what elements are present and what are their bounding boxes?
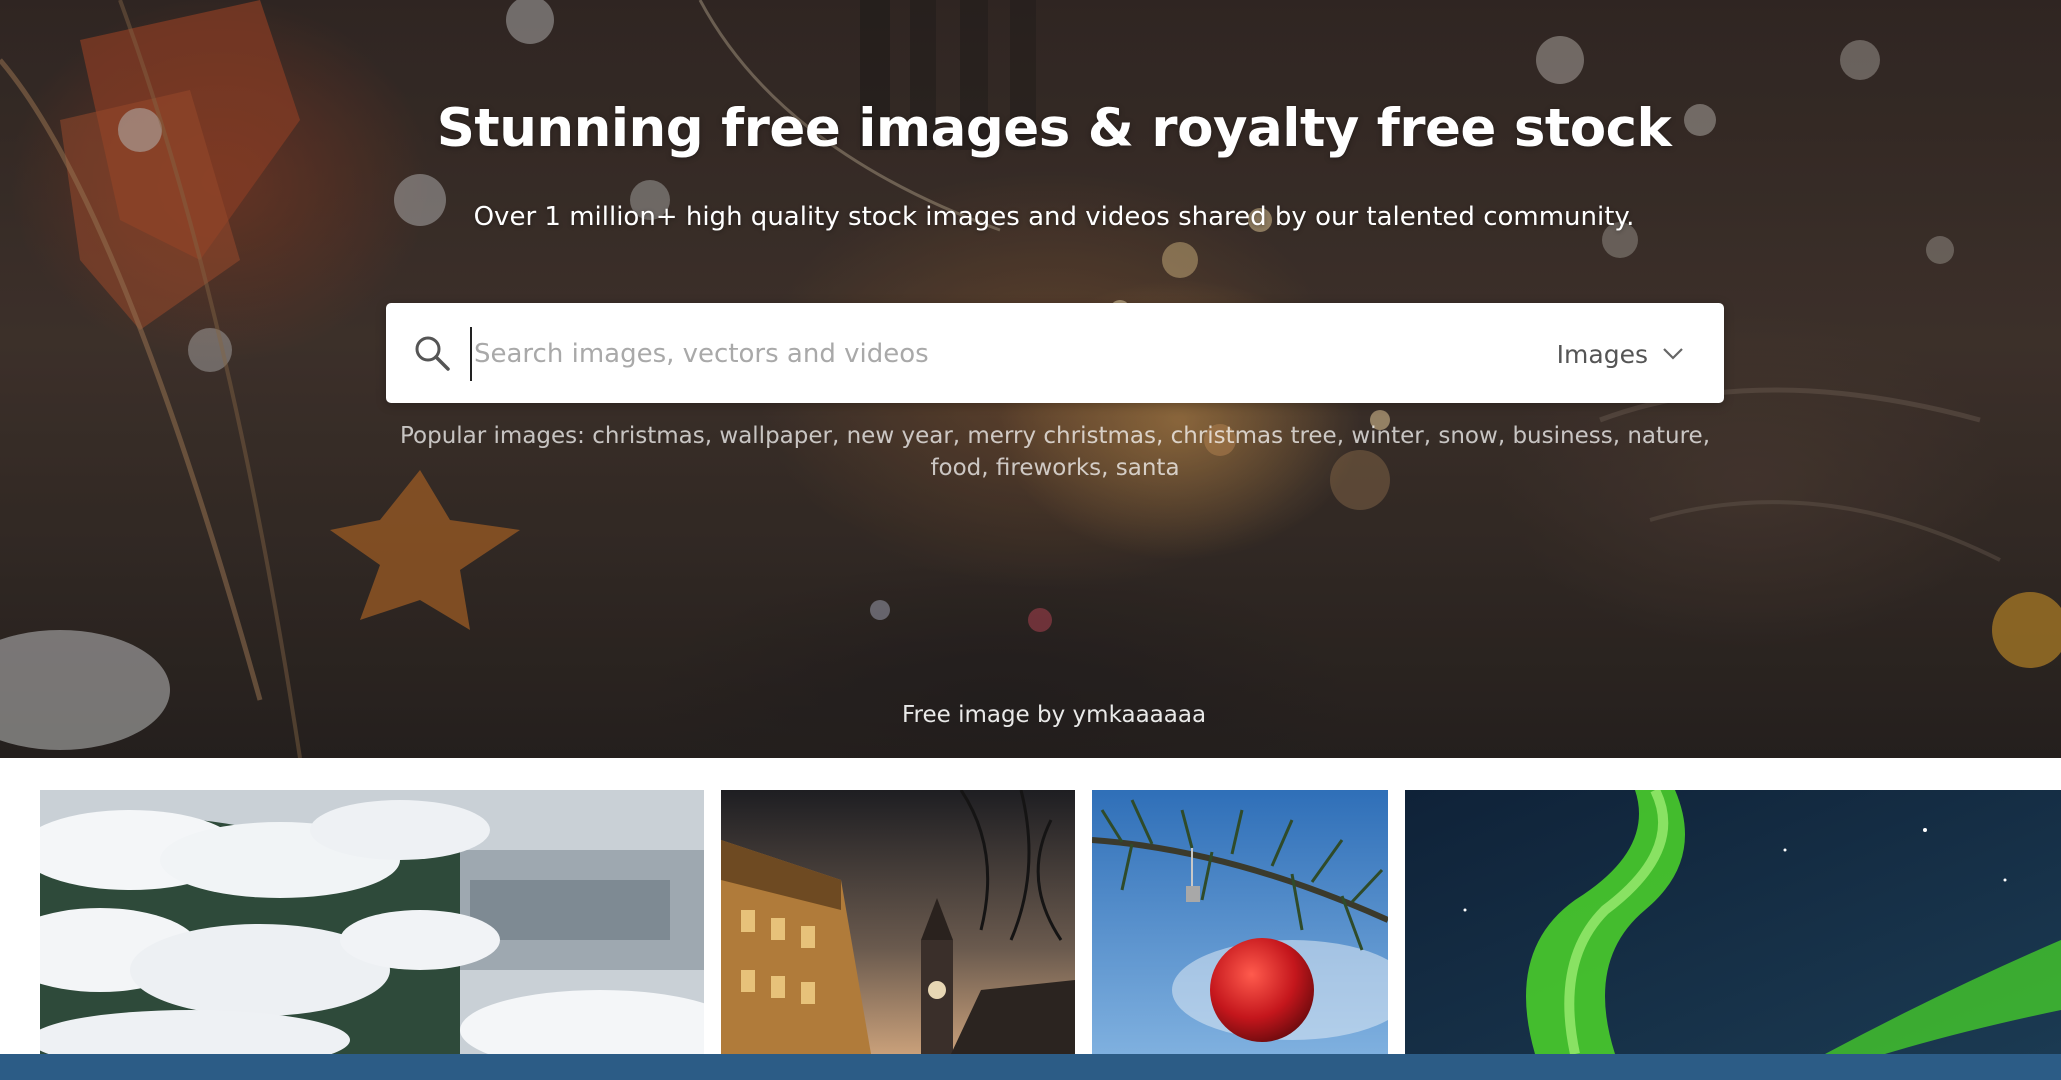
popular-tag[interactable]: santa	[1116, 455, 1180, 481]
search-icon[interactable]	[412, 333, 452, 373]
popular-label: Popular images:	[399, 423, 585, 449]
popular-tag[interactable]: new year	[847, 423, 953, 449]
gallery-item-aurora[interactable]	[1405, 790, 2061, 1054]
credit-prefix: Free image by	[901, 702, 1066, 728]
popular-tag[interactable]: snow	[1438, 423, 1497, 449]
gallery-item-old-town-street[interactable]	[721, 790, 1075, 1054]
media-type-select[interactable]: Images	[1557, 333, 1684, 375]
image-credit: Free image by ymkaaaaaa	[0, 702, 2061, 728]
popular-tag[interactable]: christmas	[592, 423, 705, 449]
media-type-label: Images	[1556, 339, 1648, 369]
popular-tag[interactable]: fireworks	[996, 455, 1101, 481]
gallery-item-christmas-bauble[interactable]	[1092, 790, 1388, 1054]
thumbnail-image	[1092, 790, 1388, 1054]
bottom-banner	[0, 1054, 2061, 1080]
popular-searches: Popular images: christmas, wallpaper, ne…	[399, 423, 1711, 481]
popular-tag[interactable]: business	[1512, 423, 1612, 449]
popular-tag[interactable]: merry christmas	[967, 423, 1156, 449]
thumbnail-image	[1405, 790, 2061, 1054]
chevron-down-icon	[1663, 348, 1683, 360]
search-form: Images	[386, 303, 1724, 403]
gallery-item-snowy-branches[interactable]	[40, 790, 704, 1054]
search-input[interactable]	[470, 327, 1470, 381]
page-subtitle: Over 1 million+ high quality stock image…	[473, 202, 1635, 232]
popular-tag[interactable]: wallpaper	[719, 423, 832, 449]
hero-section: Stunning free images & royalty free stoc…	[0, 0, 2061, 758]
popular-tag[interactable]: food	[930, 455, 981, 481]
credit-author-link[interactable]: ymkaaaaaa	[1073, 702, 1207, 728]
thumbnail-image	[721, 790, 1075, 1054]
popular-tag[interactable]: christmas tree	[1171, 423, 1337, 449]
thumbnail-image	[40, 790, 704, 1054]
popular-tag[interactable]: nature	[1627, 423, 1702, 449]
image-gallery	[0, 790, 2061, 1054]
page-title: Stunning free images & royalty free stoc…	[436, 98, 1672, 159]
popular-tag[interactable]: winter	[1351, 423, 1423, 449]
